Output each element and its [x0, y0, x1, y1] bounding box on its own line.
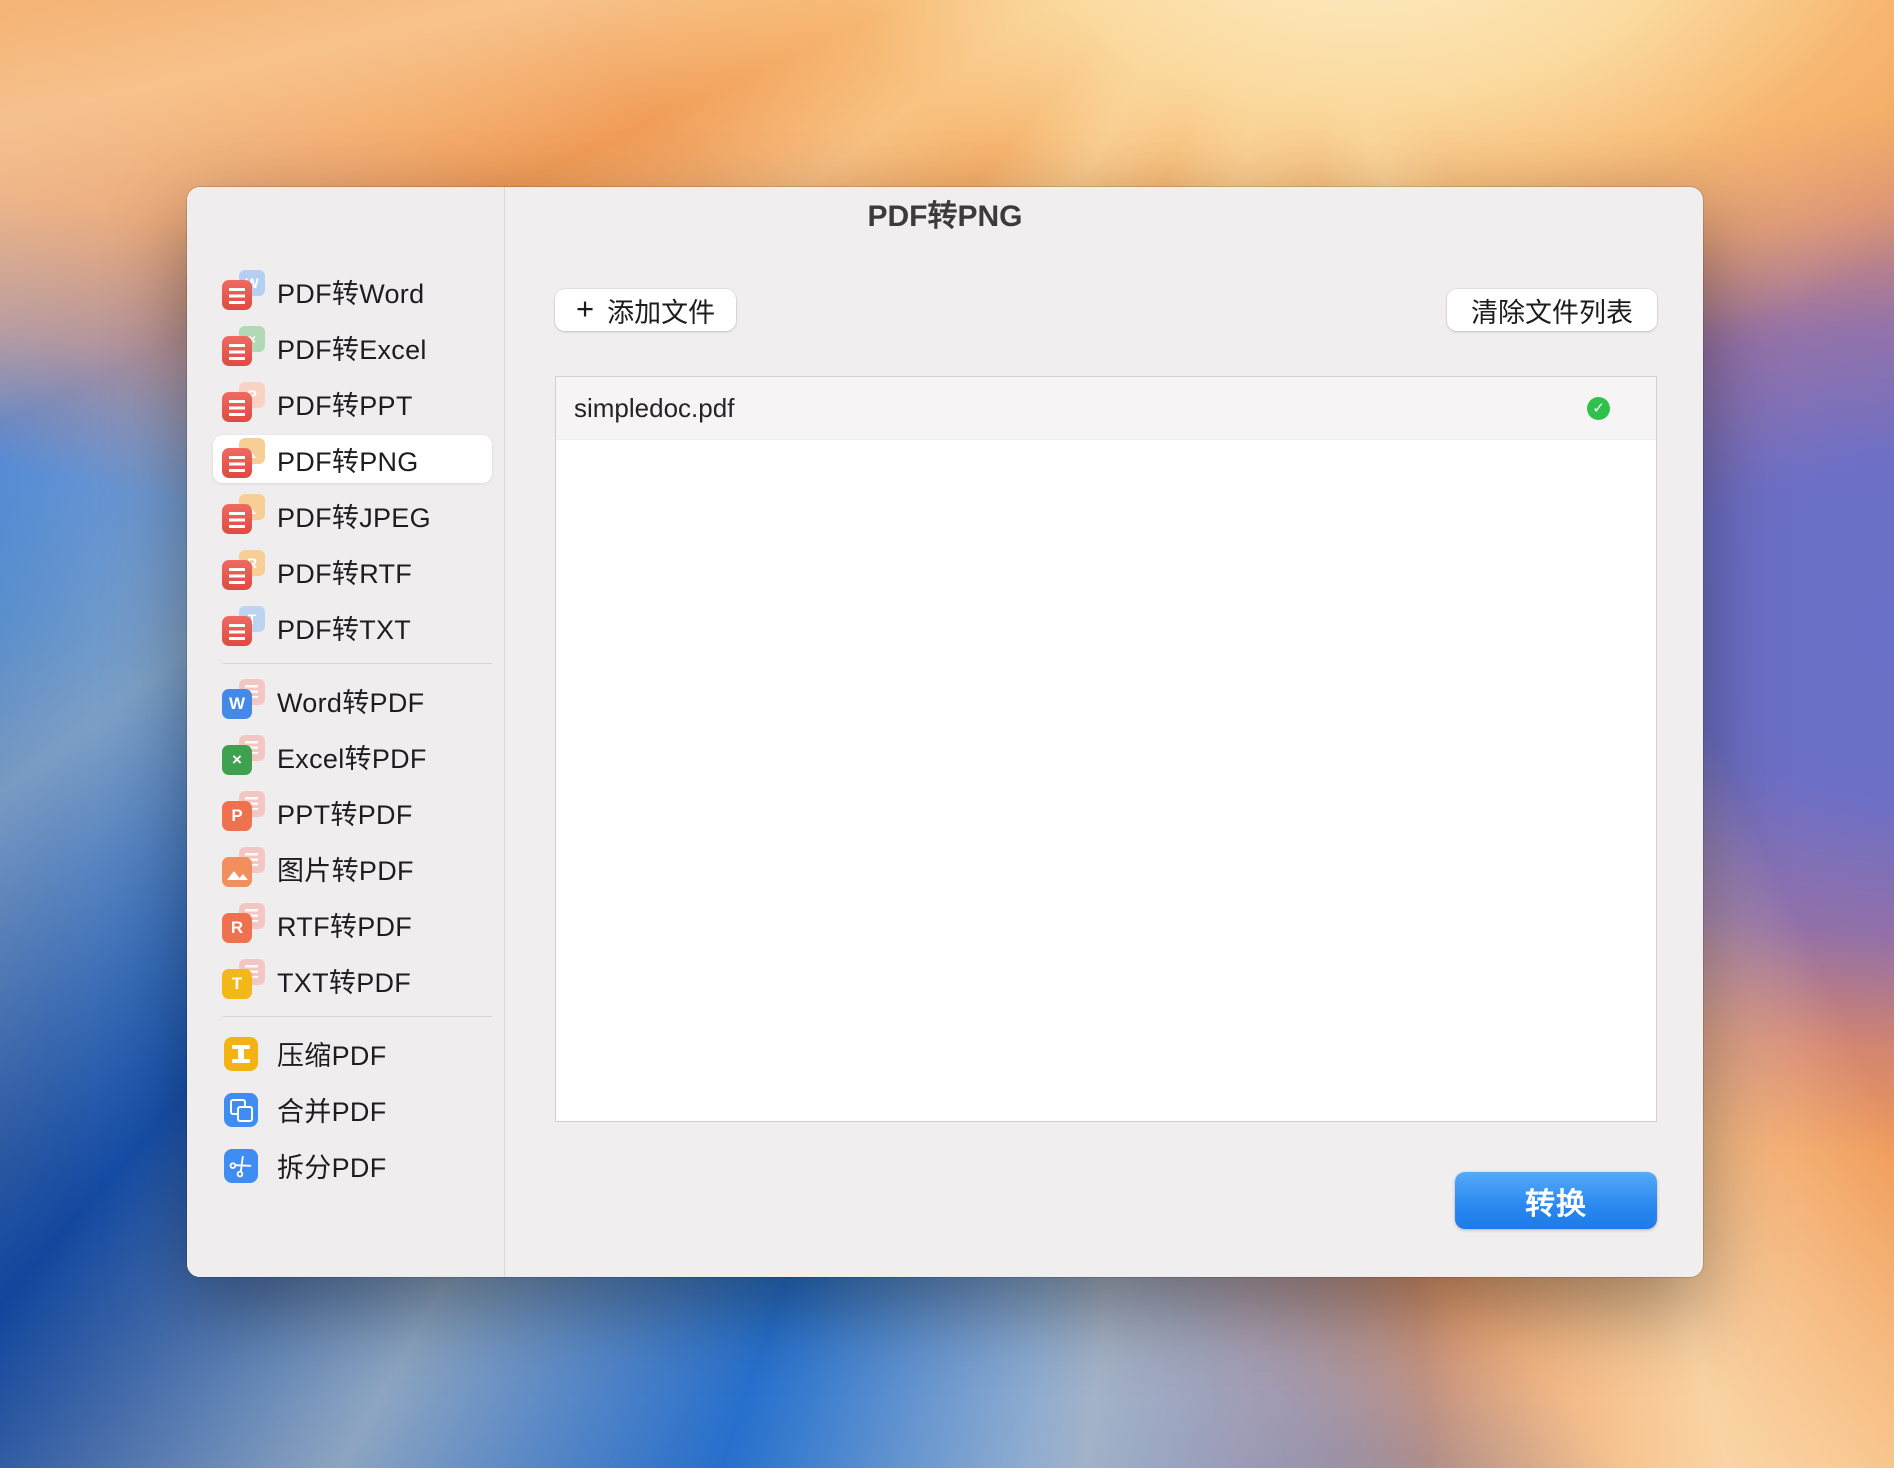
convert-button[interactable]: 转换 [1455, 1172, 1657, 1229]
main-content: + 添加文件 清除文件列表 simpledoc.pdf ✓ 转换 [505, 187, 1703, 1277]
sidebar-item-label: PDF转Word [277, 278, 425, 309]
sidebar-item-label: Excel转PDF [277, 743, 427, 774]
rtf-to-pdf-icon: R [222, 903, 266, 945]
sidebar-item-excel-to-pdf[interactable]: × Excel转PDF [187, 728, 504, 784]
sidebar-item-label: 合并PDF [277, 1096, 387, 1127]
sidebar-item-pdf-to-png[interactable]: PDF转PNG [187, 431, 504, 487]
add-file-label: 添加文件 [607, 297, 716, 328]
clear-file-list-button[interactable]: 清除文件列表 [1447, 289, 1657, 331]
check-circle-icon: ✓ [1587, 396, 1610, 420]
sidebar-divider [223, 1016, 492, 1017]
app-window: PDF转PNG W PDF转Word × PDF转Excel P PDF转PPT [187, 187, 1703, 1277]
pdf-to-png-icon [222, 438, 266, 480]
sidebar-item-pdf-to-word[interactable]: W PDF转Word [187, 263, 504, 319]
pdf-to-ppt-icon: P [222, 382, 266, 424]
add-file-button[interactable]: + 添加文件 [555, 289, 737, 331]
pdf-to-word-icon: W [222, 270, 266, 312]
file-list-panel: simpledoc.pdf ✓ [555, 376, 1657, 1122]
excel-to-pdf-icon: × [222, 735, 266, 777]
sidebar-item-label: PDF转JPEG [277, 502, 431, 533]
sidebar: W PDF转Word × PDF转Excel P PDF转PPT PDF转PNG [187, 187, 505, 1277]
convert-button-label: 转换 [1525, 1187, 1587, 1221]
sidebar-item-pdf-to-ppt[interactable]: P PDF转PPT [187, 375, 504, 431]
word-to-pdf-icon: W [222, 679, 266, 721]
merge-pdf-icon [222, 1088, 266, 1130]
txt-to-pdf-icon: T [222, 959, 266, 1001]
sidebar-item-label: 压缩PDF [277, 1040, 387, 1071]
scissors-icon [229, 1155, 252, 1178]
sidebar-item-label: PDF转Excel [277, 334, 427, 365]
sidebar-item-split-pdf[interactable]: 拆分PDF [187, 1137, 504, 1193]
sidebar-divider [223, 663, 492, 664]
image-to-pdf-icon [222, 847, 266, 889]
sidebar-item-label: PDF转PNG [277, 446, 419, 477]
sidebar-item-label: TXT转PDF [277, 967, 412, 998]
sidebar-item-pdf-to-excel[interactable]: × PDF转Excel [187, 319, 504, 375]
clear-file-list-label: 清除文件列表 [1471, 297, 1633, 328]
pdf-to-rtf-icon: R [222, 550, 266, 592]
sidebar-item-ppt-to-pdf[interactable]: P PPT转PDF [187, 784, 504, 840]
pdf-to-excel-icon: × [222, 326, 266, 368]
sidebar-item-pdf-to-jpeg[interactable]: PDF转JPEG [187, 487, 504, 543]
sidebar-item-pdf-to-rtf[interactable]: R PDF转RTF [187, 543, 504, 599]
sidebar-item-label: PDF转TXT [277, 614, 412, 645]
desktop-wallpaper: { "window": { "title": "PDF转PNG" }, "sid… [0, 0, 1894, 1468]
sidebar-item-rtf-to-pdf[interactable]: R RTF转PDF [187, 896, 504, 952]
sidebar-item-compress-pdf[interactable]: 压缩PDF [187, 1025, 504, 1081]
sidebar-item-word-to-pdf[interactable]: W Word转PDF [187, 672, 504, 728]
file-name: simpledoc.pdf [574, 392, 735, 423]
file-row[interactable]: simpledoc.pdf ✓ [556, 377, 1656, 440]
sidebar-item-label: 图片转PDF [277, 855, 414, 886]
sidebar-item-pdf-to-txt[interactable]: T PDF转TXT [187, 599, 504, 655]
pdf-to-txt-icon: T [222, 606, 266, 648]
sidebar-item-label: RTF转PDF [277, 911, 413, 942]
sidebar-item-label: Word转PDF [277, 687, 425, 718]
sidebar-item-image-to-pdf[interactable]: 图片转PDF [187, 840, 504, 896]
pdf-to-jpeg-icon [222, 494, 266, 536]
sidebar-item-label: PPT转PDF [277, 799, 413, 830]
split-pdf-icon [222, 1144, 266, 1186]
compress-pdf-icon [222, 1032, 266, 1074]
sidebar-item-label: 拆分PDF [277, 1152, 387, 1183]
sidebar-item-label: PDF转RTF [277, 558, 413, 589]
ppt-to-pdf-icon: P [222, 791, 266, 833]
sidebar-item-txt-to-pdf[interactable]: T TXT转PDF [187, 952, 504, 1008]
sidebar-item-label: PDF转PPT [277, 390, 413, 421]
sidebar-item-merge-pdf[interactable]: 合并PDF [187, 1081, 504, 1137]
